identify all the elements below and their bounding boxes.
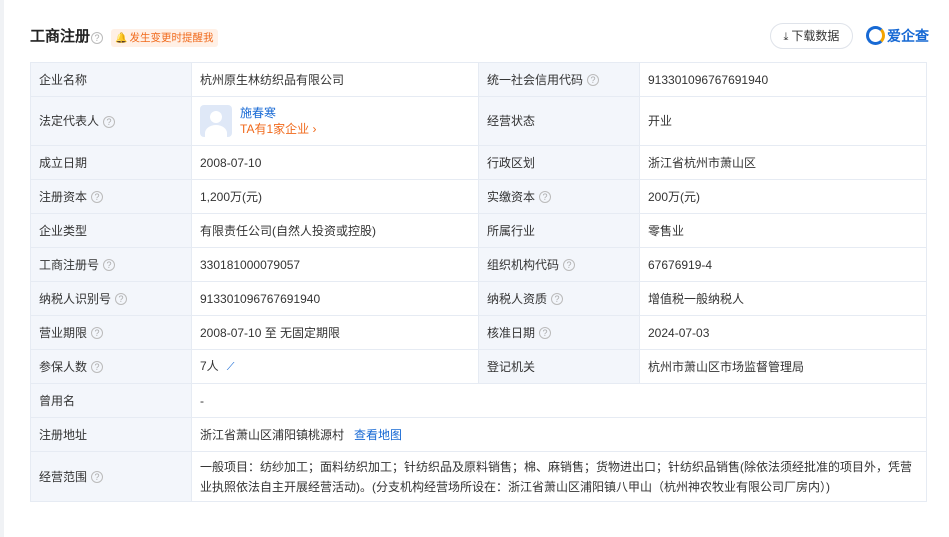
- field-label: 企业类型: [30, 213, 192, 248]
- table-row: 营业期限? 2008-07-10 至 无固定期限 核准日期? 2024-07-0…: [30, 315, 927, 350]
- table-row: 工商注册号? 330181000079057 组织机构代码? 67676919-…: [30, 247, 927, 282]
- table-row: 参保人数? 7人 ⟋ 登记机关 杭州市萧山区市场监督管理局: [30, 349, 927, 384]
- field-label: 纳税人识别号?: [30, 281, 192, 316]
- legal-rep-name-link[interactable]: 施春寒: [240, 105, 316, 121]
- legal-rep-cell: 施春寒 TA有1家企业 ›: [191, 96, 479, 146]
- business-term-value: 2008-07-10 至 无固定期限: [191, 315, 479, 350]
- help-icon[interactable]: ?: [587, 74, 600, 87]
- address-value: 浙江省萧山区浦阳镇桃源村: [200, 427, 345, 442]
- table-row: 注册资本? 1,200万(元) 实缴资本? 200万(元): [30, 179, 927, 214]
- founded-date-value: 2008-07-10: [191, 145, 479, 180]
- approval-date-value: 2024-07-03: [639, 315, 927, 350]
- field-label: 工商注册号?: [30, 247, 192, 282]
- help-icon[interactable]: ?: [91, 191, 104, 204]
- table-row: 注册地址 浙江省萧山区浦阳镇桃源村 查看地图: [30, 417, 927, 452]
- business-status-value: 开业: [639, 96, 927, 146]
- org-code-value: 67676919-4: [639, 247, 927, 282]
- former-name-value: -: [191, 383, 927, 418]
- download-icon: ⤓: [783, 31, 789, 43]
- brand-name: 爱企查: [887, 28, 929, 44]
- registration-authority-value: 杭州市萧山区市场监督管理局: [639, 349, 927, 384]
- field-label: 参保人数?: [30, 349, 192, 384]
- registration-table: 企业名称 杭州原生林纺织品有限公司 统一社会信用代码? 913301096767…: [30, 62, 927, 502]
- paid-capital-value: 200万(元): [639, 179, 927, 214]
- field-label: 所属行业: [478, 213, 640, 248]
- help-icon[interactable]: ?: [91, 361, 104, 374]
- registration-number-value: 330181000079057: [191, 247, 479, 282]
- credit-code-value: 913301096767691940: [639, 62, 927, 97]
- field-label: 法定代表人?: [30, 96, 192, 146]
- brand-mark-icon: [866, 26, 885, 45]
- left-scrollbar[interactable]: [0, 0, 4, 537]
- bell-icon: 🔔: [115, 33, 128, 44]
- remind-label: 发生变更时提醒我: [129, 32, 214, 44]
- download-data-button[interactable]: ⤓ 下载数据: [770, 23, 853, 49]
- help-icon[interactable]: ?: [103, 259, 116, 272]
- help-icon[interactable]: ?: [539, 191, 552, 204]
- section-header: 工商注册 ? 🔔 发生变更时提醒我 ⤓ 下载数据 爱企查: [0, 0, 949, 62]
- table-row: 纳税人识别号? 913301096767691940 纳税人资质? 增值税一般纳…: [30, 281, 927, 316]
- table-row: 曾用名 -: [30, 383, 927, 418]
- field-label: 核准日期?: [478, 315, 640, 350]
- field-label: 注册资本?: [30, 179, 192, 214]
- address-cell: 浙江省萧山区浦阳镇桃源村 查看地图: [191, 417, 927, 452]
- admin-region-value: 浙江省杭州市萧山区: [639, 145, 927, 180]
- insured-count-cell: 7人 ⟋: [191, 349, 479, 384]
- table-row: 法定代表人? 施春寒 TA有1家企业 › 经营状态 开业: [30, 96, 927, 146]
- table-row: 企业类型 有限责任公司(自然人投资或控股) 所属行业 零售业: [30, 213, 927, 248]
- help-icon[interactable]: ?: [91, 32, 103, 44]
- field-label: 营业期限?: [30, 315, 192, 350]
- field-label: 曾用名: [30, 383, 192, 418]
- field-label: 组织机构代码?: [478, 247, 640, 282]
- business-scope-value: 一般项目：纺纱加工；面料纺织加工；针纺织品及原料销售；棉、麻销售；货物进出口；针…: [191, 451, 927, 502]
- company-type-value: 有限责任公司(自然人投资或控股): [191, 213, 479, 248]
- help-icon[interactable]: ?: [103, 115, 116, 128]
- field-label: 纳税人资质?: [478, 281, 640, 316]
- taxpayer-id-value: 913301096767691940: [191, 281, 479, 316]
- brand-logo[interactable]: 爱企查: [866, 25, 929, 47]
- field-label: 企业名称: [30, 62, 192, 97]
- field-label: 统一社会信用代码?: [478, 62, 640, 97]
- field-label: 实缴资本?: [478, 179, 640, 214]
- table-row: 经营范围? 一般项目：纺纱加工；面料纺织加工；针纺织品及原料销售；棉、麻销售；货…: [30, 451, 927, 502]
- help-icon[interactable]: ?: [91, 471, 104, 484]
- download-label: 下载数据: [791, 29, 840, 43]
- section-title: 工商注册: [30, 28, 91, 45]
- help-icon[interactable]: ?: [91, 327, 104, 340]
- field-label: 经营范围?: [30, 451, 192, 502]
- help-icon[interactable]: ?: [551, 293, 564, 306]
- field-label: 成立日期: [30, 145, 192, 180]
- help-icon[interactable]: ?: [115, 293, 128, 306]
- field-label: 行政区划: [478, 145, 640, 180]
- field-label: 登记机关: [478, 349, 640, 384]
- legal-rep-companies-link[interactable]: TA有1家企业 ›: [240, 121, 316, 137]
- registered-capital-value: 1,200万(元): [191, 179, 479, 214]
- change-remind-button[interactable]: 🔔 发生变更时提醒我: [111, 29, 219, 47]
- table-row: 企业名称 杭州原生林纺织品有限公司 统一社会信用代码? 913301096767…: [30, 62, 927, 97]
- help-icon[interactable]: ?: [539, 327, 552, 340]
- view-map-link[interactable]: 查看地图: [354, 428, 402, 442]
- industry-value: 零售业: [639, 213, 927, 248]
- help-icon[interactable]: ?: [563, 259, 576, 272]
- field-label: 注册地址: [30, 417, 192, 452]
- insured-count-value: 7人: [200, 359, 219, 373]
- company-name-value: 杭州原生林纺织品有限公司: [191, 62, 479, 97]
- avatar[interactable]: [200, 105, 232, 137]
- taxpayer-qualification-value: 增值税一般纳税人: [639, 281, 927, 316]
- table-row: 成立日期 2008-07-10 行政区划 浙江省杭州市萧山区: [30, 145, 927, 180]
- trend-chart-icon[interactable]: ⟋: [227, 361, 235, 373]
- field-label: 经营状态: [478, 96, 640, 146]
